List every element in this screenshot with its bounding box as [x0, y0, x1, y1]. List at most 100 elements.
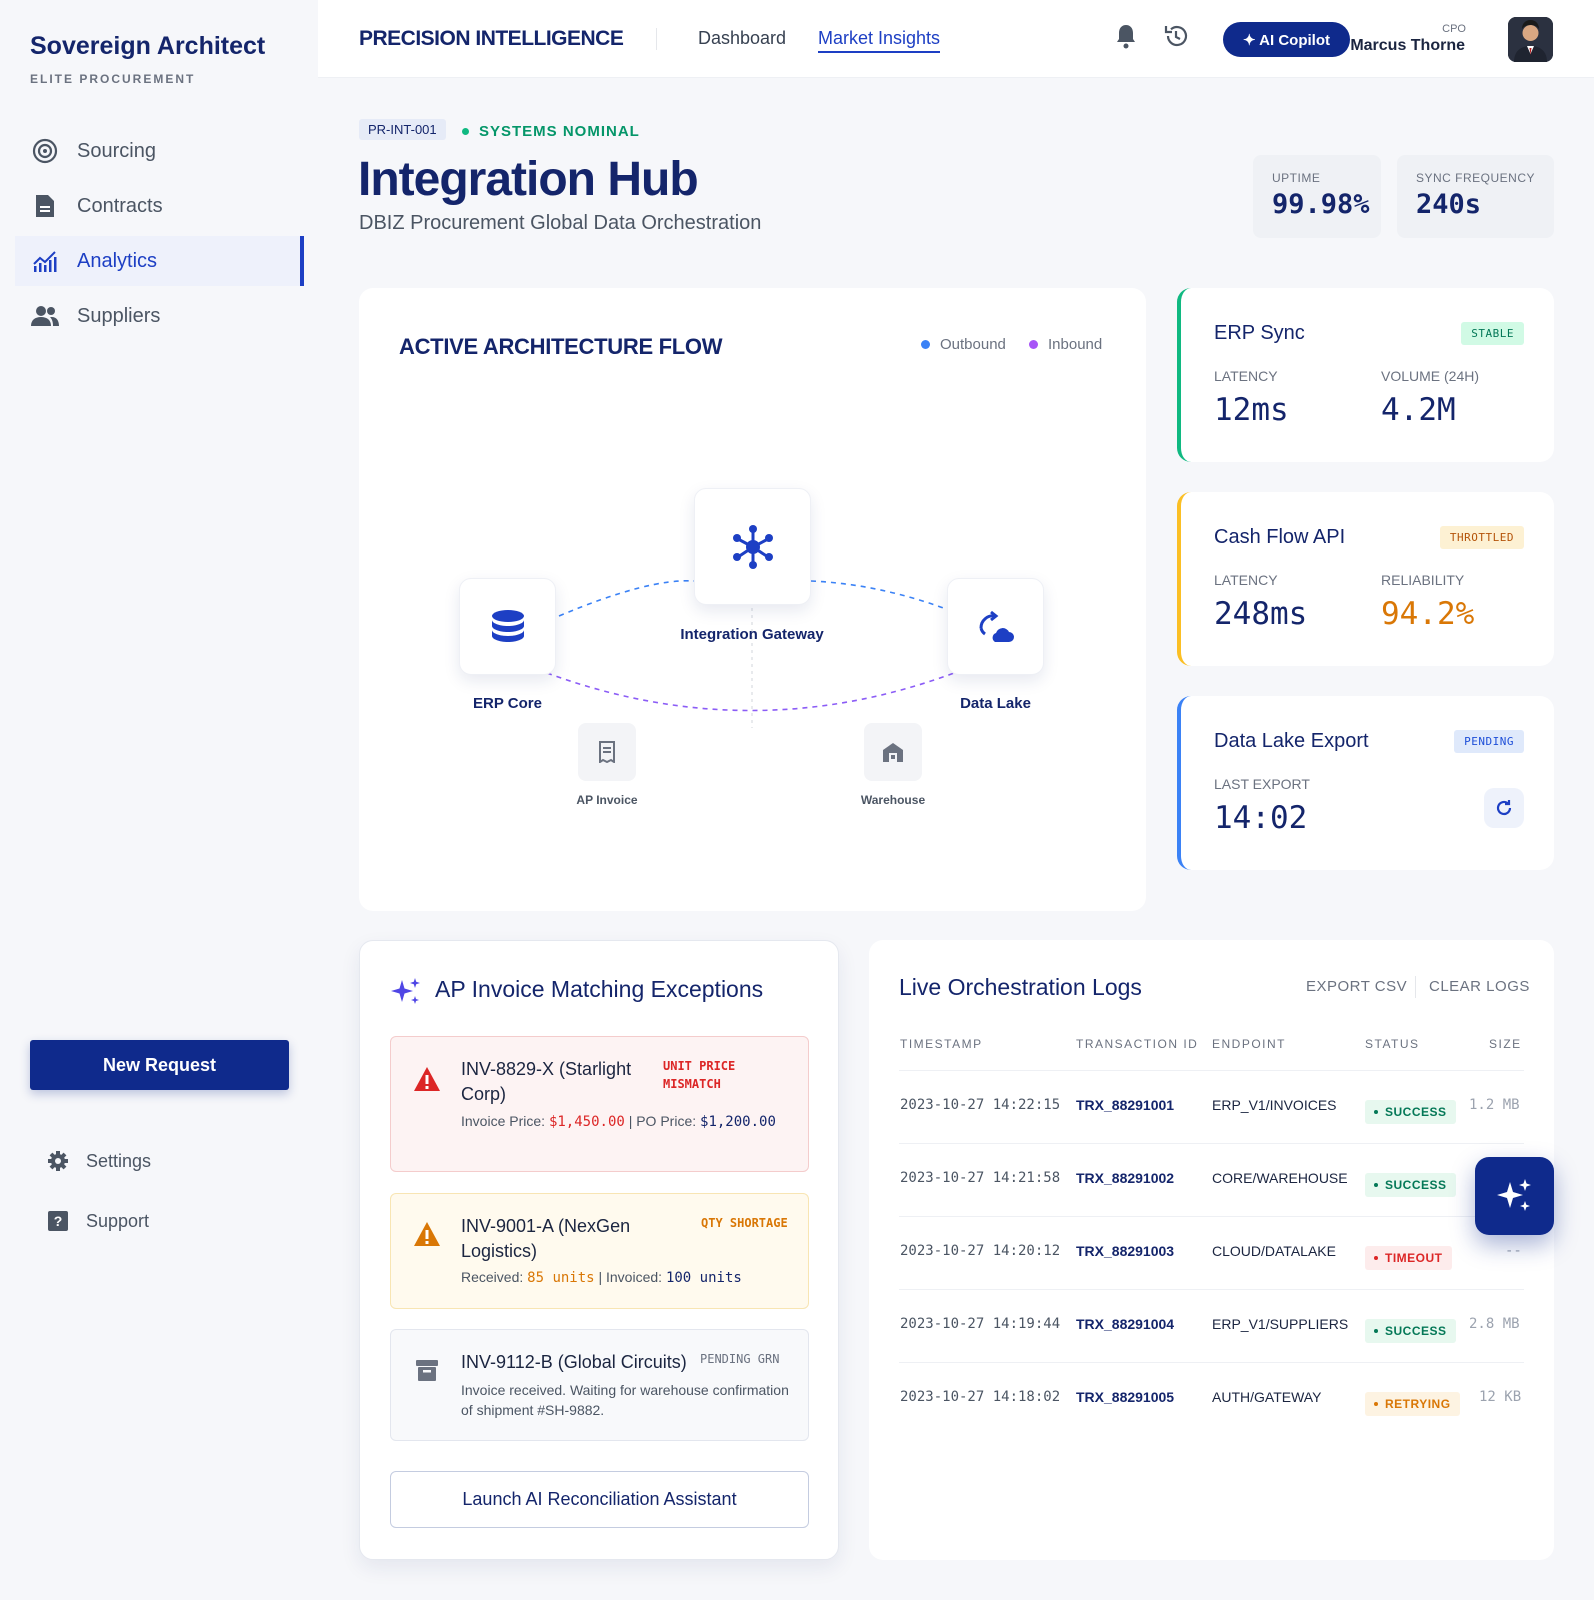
column-header: SIZE — [1489, 1037, 1522, 1051]
exception-tag: UNIT PRICE MISMATCH — [663, 1059, 736, 1091]
metric-value: 94.2% — [1381, 596, 1475, 632]
table-row[interactable]: 2023-10-27 14:18:02 TRX_88291005 AUTH/GA… — [899, 1362, 1524, 1435]
warehouse-icon — [883, 743, 903, 762]
log-size: 2.8 MB — [1469, 1316, 1520, 1332]
sidebar-item-label: Contracts — [77, 194, 163, 217]
brand-title: Sovereign Architect — [30, 32, 266, 60]
ai-assistant-fab[interactable] — [1475, 1157, 1554, 1235]
erp-core-node[interactable] — [459, 578, 556, 675]
log-transaction-id: TRX_88291005 — [1076, 1389, 1175, 1405]
column-header: TRANSACTION ID — [1076, 1037, 1199, 1051]
ai-copilot-button[interactable]: ✦ AI Copilot — [1223, 22, 1350, 57]
clear-logs-button[interactable]: CLEAR LOGS — [1429, 978, 1530, 995]
exception-item[interactable]: INV-9112-B (Global Circuits) PENDING GRN… — [390, 1329, 809, 1441]
warning-icon — [413, 1220, 441, 1248]
log-endpoint: ERP_V1/INVOICES — [1212, 1097, 1337, 1113]
column-header: ENDPOINT — [1212, 1037, 1287, 1051]
sidebar-item-contracts[interactable]: Contracts — [15, 181, 304, 231]
status-badge: PENDING — [1454, 730, 1524, 753]
users-icon — [31, 302, 59, 330]
table-row[interactable]: 2023-10-27 14:20:12 TRX_88291003 CLOUD/D… — [899, 1216, 1524, 1289]
sidebar-item-label: Analytics — [77, 249, 158, 272]
status-dot — [1374, 1256, 1378, 1260]
exception-detail: Invoice Price: $1,450.00 | PO Price: $1,… — [461, 1111, 791, 1132]
sidebar: Sovereign Architect ELITE PROCUREMENT So… — [0, 0, 318, 1600]
status-dot — [462, 128, 469, 135]
new-request-button[interactable]: New Request — [30, 1040, 289, 1090]
launch-ai-reconciliation-button[interactable]: Launch AI Reconciliation Assistant — [390, 1471, 809, 1528]
sparkle-icon — [1496, 1179, 1531, 1211]
log-status-badge: SUCCESS — [1365, 1100, 1456, 1124]
card-title: ERP Sync — [1214, 322, 1305, 344]
log-endpoint: ERP_V1/SUPPLIERS — [1212, 1316, 1349, 1332]
table-row[interactable]: 2023-10-27 14:19:44 TRX_88291004 ERP_V1/… — [899, 1289, 1524, 1362]
status-dot — [1374, 1402, 1378, 1406]
refresh-icon — [1496, 800, 1512, 816]
warehouse-node[interactable] — [864, 723, 922, 781]
card-title: Data Lake Export — [1214, 730, 1369, 752]
avatar[interactable] — [1508, 17, 1553, 62]
exception-tag: PENDING GRN — [700, 1352, 780, 1366]
metric-label: LATENCY — [1214, 368, 1278, 384]
history-icon[interactable] — [1162, 22, 1190, 50]
sidebar-item-suppliers[interactable]: Suppliers — [15, 291, 304, 341]
log-status-badge: TIMEOUT — [1365, 1246, 1452, 1270]
log-size: 12 KB — [1479, 1389, 1522, 1405]
kpi-label: SYNC FREQUENCY — [1416, 171, 1536, 185]
data-lake-node[interactable] — [947, 578, 1044, 675]
cash-flow-api-card[interactable]: Cash Flow API THROTTLED LATENCY 248ms RE… — [1177, 492, 1554, 666]
sidebar-item-label: Suppliers — [77, 304, 161, 327]
erp-sync-card[interactable]: ERP Sync STABLE LATENCY 12ms VOLUME (24H… — [1177, 288, 1554, 462]
exception-title: INV-9001-A (NexGen Logistics) — [461, 1216, 631, 1261]
exception-item[interactable]: INV-9001-A (NexGen Logistics) QTY SHORTA… — [390, 1193, 809, 1309]
gateway-label: Integration Gateway — [680, 626, 824, 643]
integration-gateway-node[interactable] — [694, 488, 811, 605]
target-icon — [31, 137, 59, 165]
kpi-value: 99.98% — [1272, 189, 1370, 220]
detail-value: $1,450.00 — [548, 1114, 625, 1130]
table-row[interactable]: 2023-10-27 14:22:15 TRX_88291001 ERP_V1/… — [899, 1070, 1524, 1143]
sidebar-nav: Sourcing Contracts Analytics Suppliers — [15, 126, 304, 346]
analytics-icon — [31, 247, 59, 275]
help-icon: ? — [46, 1209, 70, 1233]
log-endpoint: AUTH/GATEWAY — [1212, 1389, 1322, 1405]
table-row[interactable]: 2023-10-27 14:21:58 TRX_88291002 CORE/WA… — [899, 1143, 1524, 1216]
refresh-button[interactable] — [1484, 788, 1524, 828]
export-csv-button[interactable]: EXPORT CSV — [1306, 978, 1407, 995]
log-timestamp: 2023-10-27 14:20:12 — [900, 1243, 1061, 1259]
page-title: Integration Hub — [358, 153, 699, 206]
sidebar-item-label: Sourcing — [77, 139, 156, 162]
log-size: 1.2 MB — [1469, 1097, 1520, 1113]
exception-item[interactable]: INV-8829-X (Starlight Corp) UNIT PRICE M… — [390, 1036, 809, 1172]
log-timestamp: 2023-10-27 14:19:44 — [900, 1316, 1061, 1332]
detail-value: $1,200.00 — [700, 1114, 776, 1130]
cloud-sync-icon — [978, 610, 1014, 642]
kpi-value: 240s — [1416, 189, 1482, 220]
log-transaction-id: TRX_88291002 — [1076, 1170, 1175, 1186]
sidebar-item-analytics[interactable]: Analytics — [15, 236, 304, 286]
nav-dashboard[interactable]: Dashboard — [698, 28, 786, 49]
database-icon — [491, 609, 524, 642]
nav-market-insights[interactable]: Market Insights — [818, 28, 941, 53]
orchestration-logs-card: Live Orchestration Logs EXPORT CSV CLEAR… — [869, 940, 1554, 1560]
ap-invoice-node[interactable] — [578, 723, 636, 781]
metric-label: LAST EXPORT — [1214, 776, 1310, 792]
status-text: SYSTEMS NOMINAL — [479, 123, 640, 140]
data-lake-export-card[interactable]: Data Lake Export PENDING LAST EXPORT 14:… — [1177, 696, 1554, 870]
page-subtitle: DBIZ Procurement Global Data Orchestrati… — [359, 212, 762, 234]
column-header: TIMESTAMP — [900, 1037, 983, 1051]
detail-value: 100 units — [665, 1270, 742, 1286]
sidebar-item-sourcing[interactable]: Sourcing — [15, 126, 304, 176]
metric-label: VOLUME (24H) — [1381, 368, 1480, 384]
status-text: SUCCESS — [1385, 1178, 1447, 1192]
status-badge: THROTTLED — [1439, 526, 1524, 549]
card-title: Cash Flow API — [1214, 526, 1346, 548]
settings-link[interactable]: Settings — [46, 1149, 151, 1173]
support-link[interactable]: ? Support — [46, 1209, 149, 1233]
log-timestamp: 2023-10-27 14:18:02 — [900, 1389, 1061, 1405]
column-header: STATUS — [1365, 1037, 1420, 1051]
receipt-icon — [599, 741, 615, 763]
log-timestamp: 2023-10-27 14:22:15 — [900, 1097, 1061, 1113]
bell-icon[interactable] — [1112, 22, 1140, 50]
exceptions-title: AP Invoice Matching Exceptions — [435, 976, 764, 1002]
